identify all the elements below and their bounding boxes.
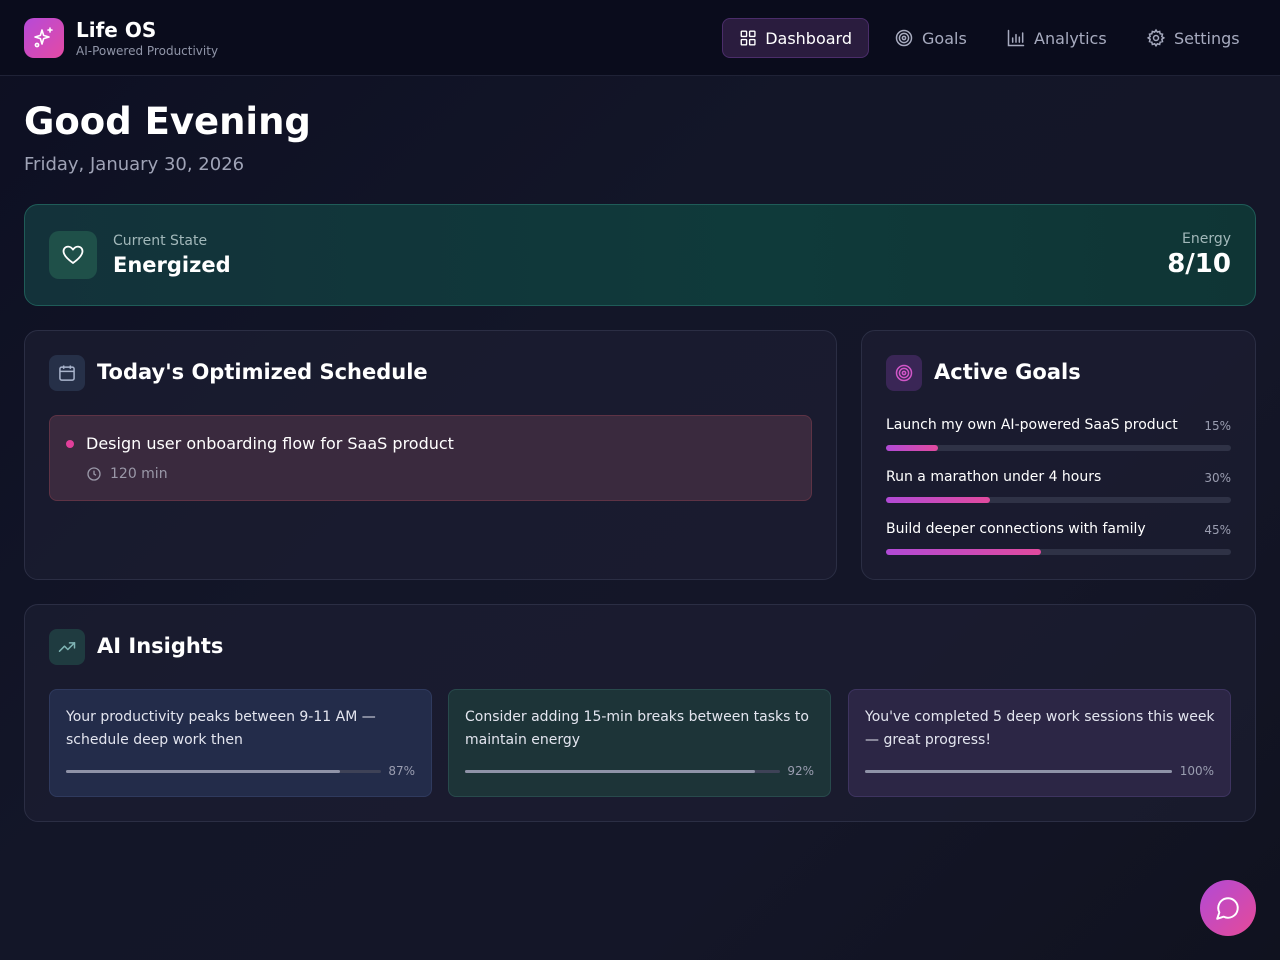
goals-title: Active Goals bbox=[934, 360, 1081, 384]
nav-goals-label: Goals bbox=[922, 28, 967, 48]
insight-confidence-fill bbox=[465, 770, 755, 773]
target-icon bbox=[886, 355, 922, 391]
insights-title: AI Insights bbox=[97, 634, 224, 658]
dashboard-icon bbox=[740, 30, 756, 46]
clock-icon bbox=[87, 467, 101, 481]
goal-progress-fill bbox=[886, 497, 990, 503]
task-duration-label: 120 min bbox=[110, 466, 168, 482]
sparkles-logo-icon bbox=[24, 18, 64, 58]
goal-name: Run a marathon under 4 hours bbox=[886, 469, 1102, 485]
nav-dashboard-label: Dashboard bbox=[765, 28, 852, 48]
insight-confidence-bar bbox=[66, 770, 381, 773]
nav-analytics[interactable]: Analytics bbox=[990, 18, 1123, 58]
insight-percent: 87% bbox=[388, 764, 415, 778]
calendar-icon bbox=[49, 355, 85, 391]
app-title: Life OS bbox=[76, 18, 157, 42]
goal-name: Launch my own AI-powered SaaS product bbox=[886, 417, 1178, 433]
heart-icon bbox=[49, 231, 97, 279]
goal-progress-bar bbox=[886, 497, 1231, 503]
goal-progress-bar bbox=[886, 445, 1231, 451]
insight-confidence-fill bbox=[865, 770, 1172, 773]
target-icon bbox=[895, 29, 913, 47]
trending-up-icon bbox=[49, 629, 85, 665]
greeting-heading: Good Evening bbox=[24, 100, 311, 143]
energy-value: 8/10 bbox=[1167, 249, 1231, 279]
goal-percent: 15% bbox=[1204, 419, 1231, 433]
task-priority-dot bbox=[66, 440, 74, 448]
state-label: Current State bbox=[113, 233, 208, 249]
task-duration: 120 min bbox=[86, 466, 168, 482]
goal-progress-bar bbox=[886, 549, 1231, 555]
nav-analytics-label: Analytics bbox=[1034, 28, 1107, 48]
goal-name: Build deeper connections with family bbox=[886, 521, 1146, 537]
insight-text: Your productivity peaks between 9-11 AM … bbox=[66, 709, 376, 748]
insight-card[interactable]: You've completed 5 deep work sessions th… bbox=[848, 689, 1231, 797]
goal-percent: 30% bbox=[1204, 471, 1231, 485]
goal-percent: 45% bbox=[1204, 523, 1231, 537]
schedule-title: Today's Optimized Schedule bbox=[97, 360, 428, 384]
bar-chart-icon bbox=[1007, 29, 1025, 47]
schedule-panel: Today's Optimized Schedule Design user o… bbox=[24, 330, 837, 580]
insight-text: You've completed 5 deep work sessions th… bbox=[865, 709, 1215, 748]
nav-settings-label: Settings bbox=[1174, 28, 1240, 48]
insight-text: Consider adding 15-min breaks between ta… bbox=[465, 709, 809, 748]
current-state-card: Current State Energized Energy 8/10 bbox=[24, 204, 1256, 306]
nav-dashboard[interactable]: Dashboard bbox=[722, 18, 869, 58]
task-title: Design user onboarding flow for SaaS pro… bbox=[86, 434, 454, 453]
nav-goals[interactable]: Goals bbox=[878, 18, 983, 58]
state-value: Energized bbox=[113, 253, 231, 277]
gear-icon bbox=[1146, 28, 1166, 48]
current-date: Friday, January 30, 2026 bbox=[24, 154, 245, 175]
app-subtitle: AI-Powered Productivity bbox=[76, 44, 219, 58]
insight-confidence-bar bbox=[865, 770, 1172, 773]
nav-settings[interactable]: Settings bbox=[1130, 18, 1256, 58]
chat-button[interactable] bbox=[1200, 880, 1256, 936]
chat-bubble-icon bbox=[1216, 897, 1239, 920]
goal-progress-fill bbox=[886, 445, 938, 451]
insight-percent: 92% bbox=[787, 764, 814, 778]
insight-confidence-bar bbox=[465, 770, 780, 773]
active-goals-panel: Active Goals Launch my own AI-powered Sa… bbox=[861, 330, 1256, 580]
insight-confidence-fill bbox=[66, 770, 341, 773]
insight-card[interactable]: Consider adding 15-min breaks between ta… bbox=[448, 689, 831, 797]
top-bar: Life OS AI-Powered Productivity Dashboar… bbox=[0, 0, 1280, 76]
insight-percent: 100% bbox=[1179, 764, 1214, 778]
goal-progress-fill bbox=[886, 549, 1042, 555]
energy-label: Energy bbox=[1181, 231, 1231, 247]
schedule-task[interactable]: Design user onboarding flow for SaaS pro… bbox=[49, 415, 812, 501]
insight-card[interactable]: Your productivity peaks between 9-11 AM … bbox=[49, 689, 432, 797]
ai-insights-panel: AI Insights Your productivity peaks betw… bbox=[24, 604, 1256, 822]
